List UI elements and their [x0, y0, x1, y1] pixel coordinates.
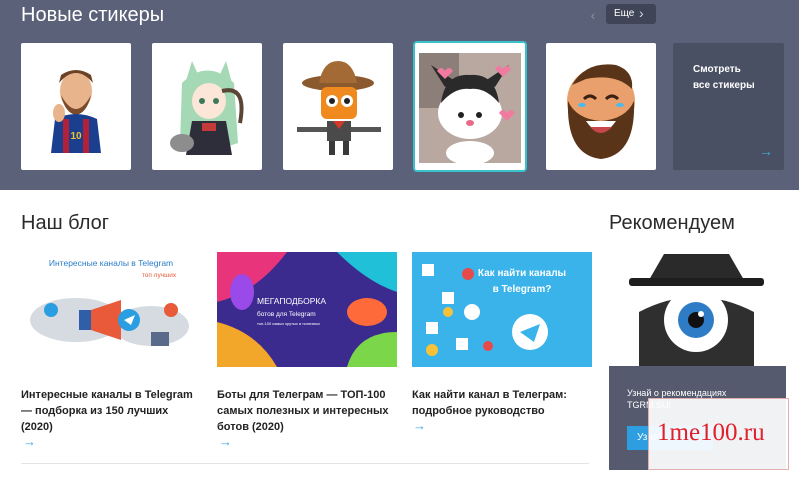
- recommend-text-line1: Узнай о рекомендациях: [627, 388, 727, 398]
- post1-title-line: Интересные каналы в Telegram: [21, 389, 193, 401]
- see-all-stickers-card[interactable]: Смотреть все стикеры →: [673, 43, 784, 170]
- see-all-line2: все стикеры: [693, 80, 755, 91]
- sticker-card-kuromi[interactable]: [415, 43, 525, 170]
- post-image-interesting-channels[interactable]: Интересные каналы в Telegram топ лучших: [21, 252, 201, 367]
- arrow-right-icon[interactable]: →: [23, 434, 36, 449]
- svg-text:10: 10: [70, 131, 82, 142]
- post2-image-text-2: ботов для Telegram: [257, 310, 316, 318]
- spy-eye-image: [609, 242, 784, 370]
- new-stickers-title: Новые стикеры: [21, 4, 165, 26]
- post1-image-text-1: Интересные каналы в Telegram: [49, 258, 173, 268]
- sticker-card-messi[interactable]: 10: [21, 43, 131, 170]
- arrow-right-icon[interactable]: →: [219, 434, 232, 449]
- chevron-left-icon[interactable]: ‹: [585, 6, 601, 24]
- post2-image-text-1: МЕГАПОДБОРКА: [257, 296, 326, 306]
- messi-sticker-image: 10: [51, 70, 101, 153]
- section-divider: [21, 463, 589, 464]
- post3-image-text-1: Как найти каналы: [478, 268, 566, 279]
- more-button-label: Еще: [614, 8, 635, 19]
- post3-image-text-2: в Telegram?: [493, 284, 552, 295]
- post2-title-line: ботов (2020): [217, 421, 284, 433]
- post1-title-line: — подборка из 150 лучших: [21, 405, 169, 417]
- post-title-find-channels[interactable]: Как найти канал в Телеграм: подробное ру…: [412, 387, 592, 419]
- kuromi-sticker-image: [419, 53, 521, 165]
- sticker-card-cowboy-cat[interactable]: [283, 43, 393, 170]
- post1-image-text-2: топ лучших: [142, 272, 177, 279]
- watermark-box: 1me100.ru: [648, 398, 789, 470]
- watermark-text: 1me100.ru: [657, 419, 765, 446]
- catgirl-sticker-image: [170, 61, 244, 155]
- post2-image-text-3: топ-100 самых крутых и полезных: [257, 321, 320, 326]
- more-stickers-button[interactable]: Еще ›: [606, 4, 656, 24]
- spy-eye-art: [609, 242, 784, 370]
- post3-title-line: подробное руководство: [412, 405, 545, 417]
- cowboy-cat-sticker-image: [297, 61, 381, 155]
- sticker-card-bearded-man[interactable]: [546, 43, 656, 170]
- post-image-find-channels[interactable]: Как найти каналы в Telegram?: [412, 252, 592, 367]
- post2-title-line: самых полезных и интересных: [217, 405, 389, 417]
- post-image-art: Как найти каналы в Telegram?: [412, 252, 592, 367]
- post-image-art: МЕГАПОДБОРКА ботов для Telegram топ-100 …: [217, 252, 397, 367]
- blog-section-title: Наш блог: [21, 212, 110, 234]
- post3-title-line: Как найти канал в Телеграм:: [412, 389, 567, 401]
- post-image-art: Интересные каналы в Telegram топ лучших: [21, 252, 201, 367]
- see-all-line1: Смотреть: [693, 64, 741, 75]
- post1-title-line: (2020): [21, 421, 53, 433]
- new-stickers-section: Новые стикеры ‹ Еще › 10 Смотреть все ст…: [0, 0, 799, 190]
- chevron-right-icon: ›: [639, 5, 644, 21]
- post-title-bots[interactable]: Боты для Телеграм — ТОП-100 самых полезн…: [217, 387, 397, 435]
- bearded-man-sticker-image: [567, 64, 635, 159]
- post-image-bots[interactable]: МЕГАПОДБОРКА ботов для Telegram топ-100 …: [217, 252, 397, 367]
- post2-title-line: Боты для Телеграм — ТОП-100: [217, 389, 386, 401]
- arrow-right-icon[interactable]: →: [413, 418, 426, 433]
- recommend-section-title: Рекомендуем: [609, 212, 735, 234]
- arrow-right-icon: →: [759, 143, 773, 159]
- post-title-interesting-channels[interactable]: Интересные каналы в Telegram — подборка …: [21, 387, 201, 435]
- sticker-card-catgirl[interactable]: [152, 43, 262, 170]
